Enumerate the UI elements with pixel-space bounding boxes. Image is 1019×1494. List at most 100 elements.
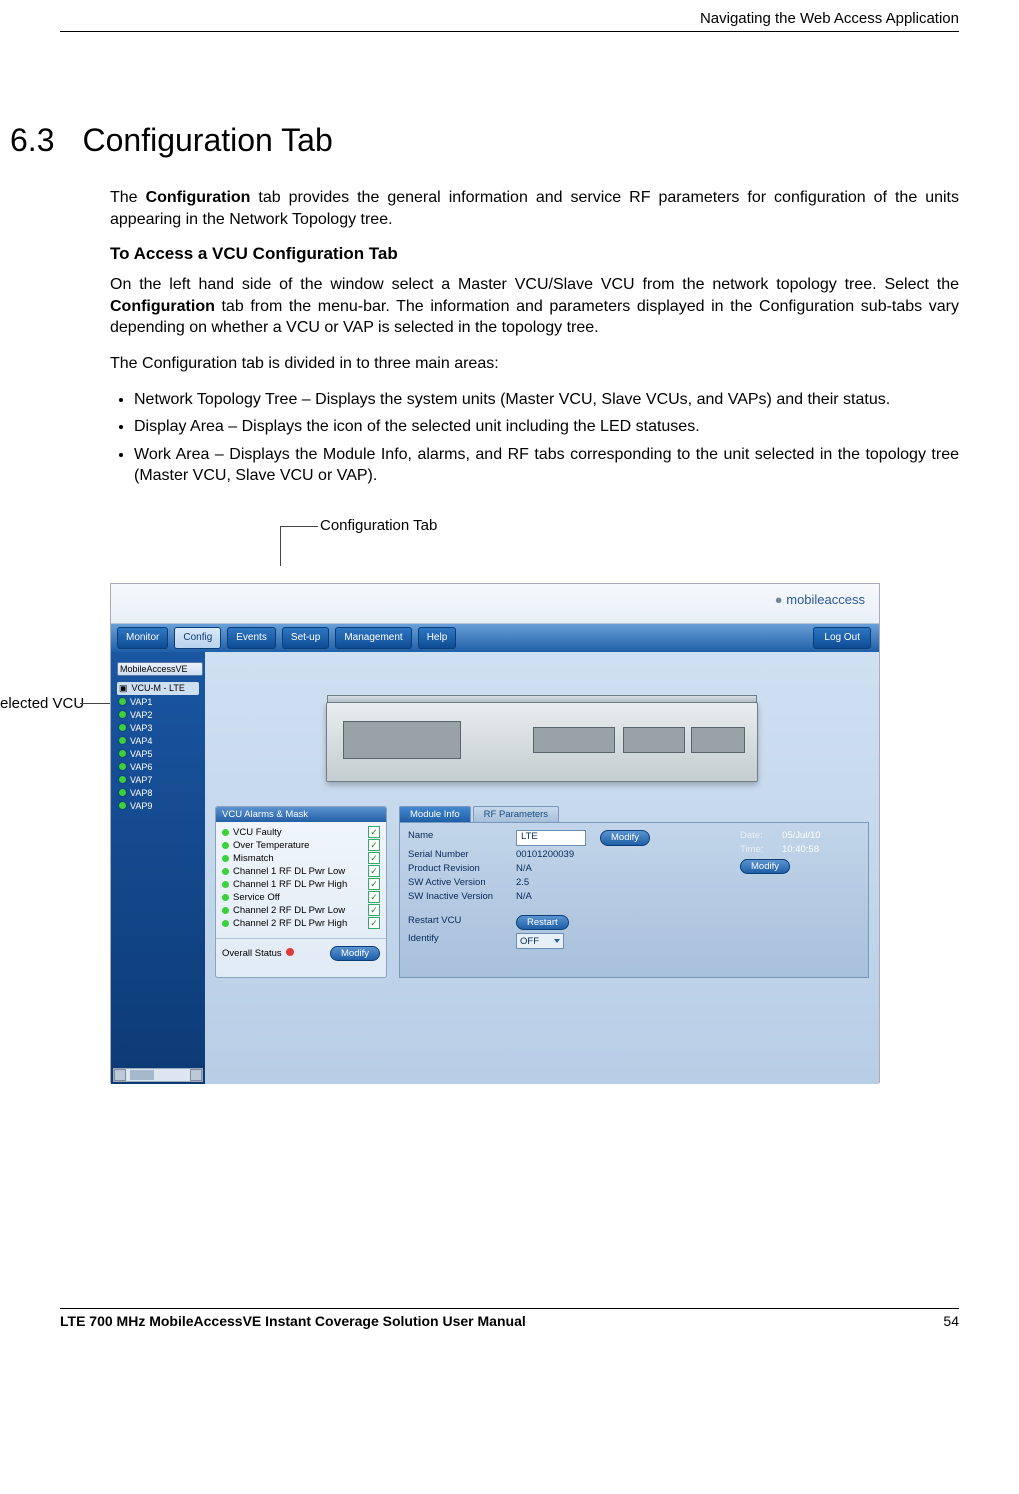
tab-rf-parameters[interactable]: RF Parameters (473, 806, 559, 822)
topology-sidebar: MobileAccessVE ▣ VCU-M - LTE VAP1 VAP2 V… (111, 652, 205, 1084)
alarm-checkbox[interactable] (368, 904, 380, 916)
figure-container: Selected VCU VCU Icon Display ● mobileac… (110, 583, 880, 1083)
device-ports (623, 727, 685, 753)
footer-title: LTE 700 MHz MobileAccessVE Instant Cover… (60, 1313, 526, 1329)
modify-button[interactable]: Modify (330, 946, 380, 961)
section-heading: 6.3 Configuration Tab (10, 122, 959, 159)
field-label: SW Inactive Version (408, 891, 516, 902)
device-ports (533, 727, 615, 753)
field-label: Name (408, 830, 516, 846)
chevron-down-icon (554, 939, 560, 943)
status-dot-icon (286, 948, 294, 956)
menu-events[interactable]: Events (227, 627, 276, 649)
sidebar-scrollbar[interactable] (113, 1068, 203, 1082)
list-item: Network Topology Tree – Displays the sys… (134, 389, 959, 411)
alarm-row: Mismatch (222, 852, 380, 865)
sidebar-item-vap[interactable]: VAP3 (117, 722, 199, 734)
scroll-thumb[interactable] (130, 1070, 154, 1080)
status-dot-icon (222, 842, 229, 849)
alarm-row: Service Off (222, 891, 380, 904)
alarm-checkbox[interactable] (368, 865, 380, 877)
scroll-right-icon[interactable] (190, 1069, 202, 1081)
time-label: Time: (740, 844, 782, 855)
field-value: N/A (516, 863, 532, 874)
status-dot-icon (222, 868, 229, 875)
date-value: 05/Jul/10 (782, 830, 821, 841)
callout-selected-vcu: Selected VCU (0, 695, 84, 712)
app-header: ● mobileaccess (111, 584, 879, 624)
alarms-panel-title: VCU Alarms & Mask (216, 807, 386, 822)
modify-button[interactable]: Modify (740, 859, 790, 874)
field-label: Product Revision (408, 863, 516, 874)
menu-monitor[interactable]: Monitor (117, 627, 168, 649)
field-value: 00101200039 (516, 849, 574, 860)
callout-config-tab: Configuration Tab (320, 517, 437, 534)
vcu-device-icon (326, 702, 758, 782)
alarm-row: Channel 1 RF DL Pwr High (222, 878, 380, 891)
alarms-panel: VCU Alarms & Mask VCU Faulty Over Temper… (215, 806, 387, 978)
module-info-panel: Module Info RF Parameters Name LTE Modif… (399, 806, 869, 978)
status-dot-icon (222, 894, 229, 901)
alarm-checkbox[interactable] (368, 852, 380, 864)
alarm-row: Over Temperature (222, 839, 380, 852)
menu-management[interactable]: Management (335, 627, 411, 649)
running-header: Navigating the Web Access Application (60, 10, 959, 32)
brand-label: ● mobileaccess (775, 592, 865, 607)
divider (216, 938, 386, 939)
sidebar-item-vcu[interactable]: ▣ VCU-M - LTE (117, 682, 199, 695)
callout-line (280, 526, 281, 566)
tab-module-info[interactable]: Module Info (399, 806, 471, 822)
modify-button[interactable]: Modify (600, 830, 650, 846)
list-item: Work Area – Displays the Module Info, al… (134, 444, 959, 487)
sidebar-item-vap[interactable]: VAP6 (117, 761, 199, 773)
alarm-checkbox[interactable] (368, 826, 380, 838)
logout-button[interactable]: Log Out (813, 627, 871, 649)
field-label: SW Active Version (408, 877, 516, 888)
sidebar-item-vap[interactable]: VAP1 (117, 696, 199, 708)
alarm-checkbox[interactable] (368, 839, 380, 851)
status-dot-icon (222, 881, 229, 888)
screenshot: ● mobileaccess Monitor Config Events Set… (110, 583, 880, 1083)
sidebar-title: MobileAccessVE (117, 662, 203, 676)
sidebar-item-vap[interactable]: VAP2 (117, 709, 199, 721)
scroll-left-icon[interactable] (114, 1069, 126, 1081)
field-label: Serial Number (408, 849, 516, 860)
main-area: VCU Alarms & Mask VCU Faulty Over Temper… (205, 652, 879, 1084)
paragraph-1: The Configuration tab provides the gener… (110, 187, 959, 230)
alarm-checkbox[interactable] (368, 878, 380, 890)
date-label: Date: (740, 830, 782, 841)
bullet-list: Network Topology Tree – Displays the sys… (116, 389, 959, 487)
status-dot-icon (222, 907, 229, 914)
page-footer: LTE 700 MHz MobileAccessVE Instant Cover… (60, 1308, 959, 1329)
alarm-checkbox[interactable] (368, 891, 380, 903)
sidebar-item-vap[interactable]: VAP8 (117, 787, 199, 799)
sidebar-item-vap[interactable]: VAP5 (117, 748, 199, 760)
field-value: 2.5 (516, 877, 529, 888)
field-label: Restart VCU (408, 915, 516, 930)
sidebar-item-vap[interactable]: VAP4 (117, 735, 199, 747)
menu-help[interactable]: Help (418, 627, 457, 649)
restart-button[interactable]: Restart (516, 915, 569, 930)
page-number: 54 (943, 1313, 959, 1329)
status-dot-icon (222, 920, 229, 927)
alarm-row: Channel 1 RF DL Pwr Low (222, 865, 380, 878)
menu-setup[interactable]: Set-up (282, 627, 329, 649)
overall-status-label: Overall Status (222, 948, 294, 959)
alarm-checkbox[interactable] (368, 917, 380, 929)
name-input[interactable]: LTE (516, 830, 586, 846)
alarm-row: VCU Faulty (222, 826, 380, 839)
callout-line (280, 526, 318, 527)
list-item: Display Area – Displays the icon of the … (134, 416, 959, 438)
sidebar-item-vap[interactable]: VAP7 (117, 774, 199, 786)
field-value: N/A (516, 891, 532, 902)
device-slot-panel (343, 721, 461, 759)
menu-bar: Monitor Config Events Set-up Management … (111, 624, 879, 652)
identify-select[interactable]: OFF (516, 933, 564, 949)
subheading: To Access a VCU Configuration Tab (110, 244, 959, 264)
status-dot-icon (222, 855, 229, 862)
status-dot-icon (222, 829, 229, 836)
sidebar-item-vap[interactable]: VAP9 (117, 800, 199, 812)
field-label: Identify (408, 933, 516, 949)
menu-config[interactable]: Config (174, 627, 221, 649)
section-number: 6.3 (10, 122, 54, 159)
